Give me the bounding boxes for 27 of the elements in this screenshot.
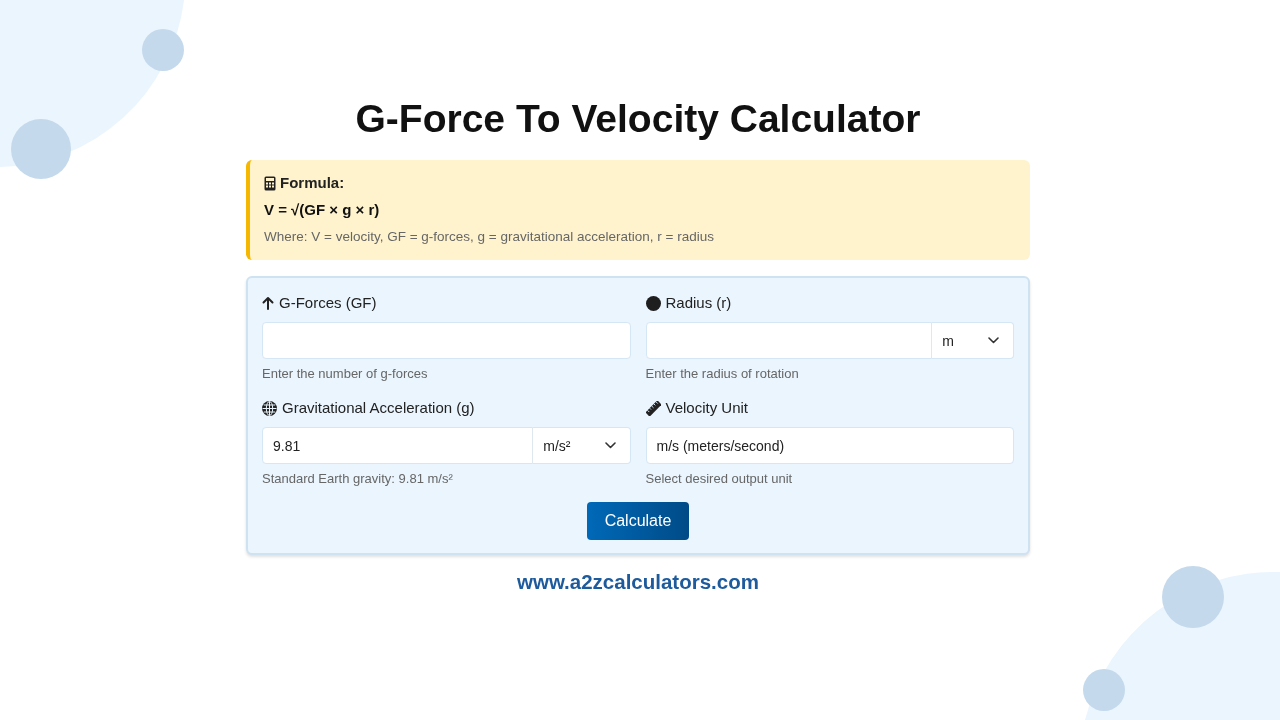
chevron-down-icon — [988, 337, 999, 344]
help-text: Enter the number of g-forces — [262, 366, 429, 382]
number-input[interactable]: 9.81 — [262, 427, 534, 464]
field-label: G-Forces (GF) — [279, 293, 377, 313]
help-text: Standard Earth gravity: 9.81 m/s² — [262, 471, 454, 487]
globe-icon — [262, 400, 277, 416]
formula-expression: V = √(GF × g × r) — [264, 200, 381, 220]
website-link[interactable]: www.a2zcalculators.com — [517, 569, 759, 595]
calculator-icon — [264, 175, 276, 191]
calculate-button[interactable]: Calculate — [586, 502, 690, 540]
field-label: Velocity Unit — [665, 398, 749, 418]
arrow-up-icon — [262, 296, 274, 310]
number-input[interactable] — [262, 322, 631, 359]
unit-select[interactable]: m/s (meters/second) — [645, 427, 1014, 464]
chevron-down-icon — [604, 442, 616, 449]
help-text: Select desired output unit — [645, 471, 794, 487]
dot-icon — [645, 295, 661, 311]
number-input[interactable] — [645, 322, 933, 359]
unit-dropdown[interactable]: m — [931, 322, 1014, 359]
unit-dropdown[interactable]: m/s² — [532, 427, 631, 464]
help-text: Enter the radius of rotation — [645, 366, 800, 382]
formula-heading: Formula: — [280, 174, 345, 192]
page-title: G-Force To Velocity Calculator — [355, 96, 921, 142]
formula-note: Where: V = velocity, GF = g-forces, g = gravitational acceleration, r = radius — [264, 228, 715, 246]
field-label: Gravitational Acceleration (g) — [282, 398, 475, 418]
ruler-icon — [645, 400, 661, 416]
field-label: Radius (r) — [665, 293, 732, 313]
